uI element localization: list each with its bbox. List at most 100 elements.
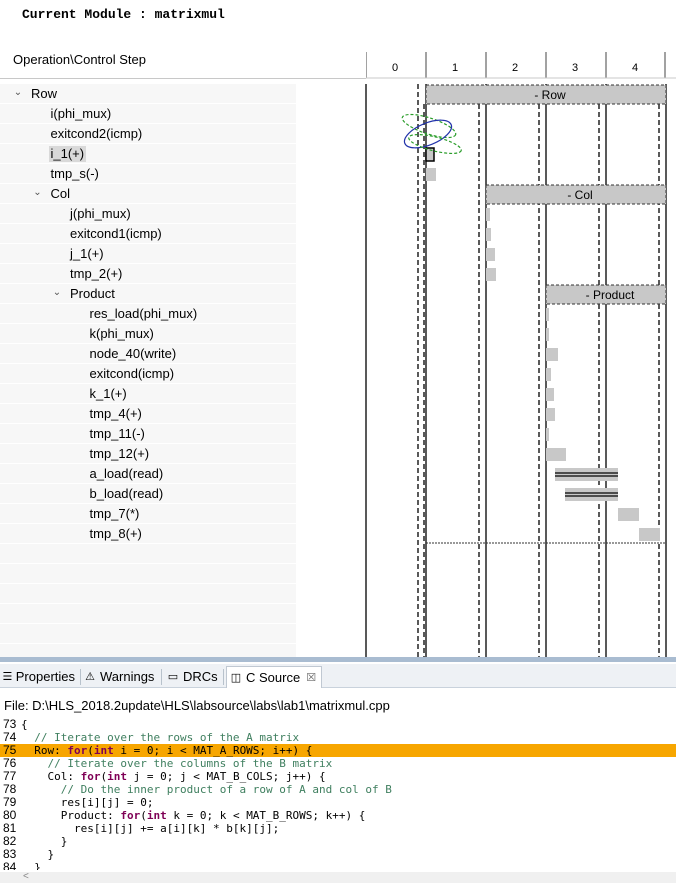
tree-row[interactable]: exitcond(icmp) [0,364,296,384]
tab-label: C Source [246,669,301,685]
loop-label: - Col [567,188,592,202]
operation-bar[interactable] [546,428,549,441]
c-source-icon: ◫ [230,671,242,684]
current-module-title: Current Module : matrixmul [22,7,225,22]
tree-row[interactable]: b_load(read) [0,484,296,504]
expand-chevron-icon[interactable]: ⌄ [51,287,63,299]
control-step-label: 4 [632,62,638,74]
tab-properties[interactable]: ☰ Properties [0,666,79,688]
expand-chevron-icon[interactable]: ⌄ [12,87,24,99]
tree-row[interactable]: k(phi_mux) [0,324,296,344]
code-line[interactable]: 84 } [0,860,676,871]
tree-item-label: node_40(write) [89,346,177,361]
control-step-header: 0 1 2 3 4 [366,50,676,80]
line-number: 84 [3,860,17,871]
tree-item-label: i(phi_mux) [50,106,112,121]
operation-bar[interactable] [546,448,566,461]
code-text: // Do the inner product of a row of A an… [60,783,392,796]
close-tab-icon[interactable]: ☒ [306,668,316,688]
code-line[interactable]: 82 } [0,835,676,849]
tree-row[interactable]: tmp_2(+) [0,264,296,284]
tree-row[interactable]: ⌄ Col [0,184,296,204]
tab-warnings[interactable]: ⚠ Warnings [81,666,160,688]
tree-row[interactable]: j_1(+) [0,244,296,264]
code-line[interactable]: 81 res[i][j] += a[i][k] * b[k][j]; [0,822,676,836]
tree-row[interactable]: exitcond2(icmp) [0,124,296,144]
expand-chevron-icon[interactable]: ⌄ [32,187,44,199]
gantt-svg: - Row - Col - Product [365,84,667,658]
operation-bar[interactable] [546,408,555,421]
operation-bar[interactable] [426,168,436,181]
operation-bar[interactable] [546,388,554,401]
tree-empty-row [0,604,296,624]
code-line[interactable]: 79 res[i][j] = 0; [0,796,676,810]
code-line[interactable]: 74 // Iterate over the rows of the A mat… [0,731,676,745]
tree-item-label: k_1(+) [89,386,127,401]
code-text: Row: for(int i = 0; i < MAT_A_ROWS; i++)… [21,744,313,757]
tree-item-label: exitcond1(icmp) [70,226,162,241]
operation-bar[interactable] [486,268,496,281]
header-divider [0,78,366,79]
operation-bar[interactable] [555,468,618,481]
tree-row[interactable]: i(phi_mux) [0,104,296,124]
c-source-code-view[interactable]: 73{74 // Iterate over the rows of the A … [0,718,676,870]
tab-c-source[interactable]: ◫ C Source ☒ [226,666,322,688]
tree-row[interactable]: j(phi_mux) [0,204,296,224]
tree-row[interactable]: res_load(phi_mux) [0,304,296,324]
tree-item-label: k(phi_mux) [89,326,154,341]
tree-row[interactable]: tmp_7(*) [0,504,296,524]
bottom-tab-bar: ☰ Properties ⚠ Warnings ▭ DRCs ◫ C Source ☒ [0,664,676,688]
scroll-left-arrow-icon[interactable]: < [23,871,29,882]
tree-row[interactable]: i_1(+) [0,144,296,164]
code-line[interactable]: 75 Row: for(int i = 0; i < MAT_A_ROWS; i… [0,744,676,757]
tree-row[interactable]: tmp_12(+) [0,444,296,464]
tree-row[interactable]: tmp_4(+) [0,404,296,424]
code-line[interactable]: 83 } [0,848,676,862]
tree-row[interactable]: node_40(write) [0,344,296,364]
tree-row[interactable]: exitcond1(icmp) [0,224,296,244]
code-line[interactable]: 73{ [0,718,676,731]
code-line[interactable]: 76 // Iterate over the columns of the B … [0,757,676,771]
tree-item-label: j_1(+) [70,246,104,261]
tree-row[interactable]: k_1(+) [0,384,296,404]
tree-item-label: Product [70,286,115,301]
tree-row[interactable]: tmp_8(+) [0,524,296,544]
loop-label: - Product [586,288,635,302]
code-text: res[i][j] += a[i][k] * b[k][j]; [21,822,280,835]
code-line[interactable]: 80 Product: for(int k = 0; k < MAT_B_ROW… [0,809,676,823]
tree-row[interactable]: tmp_s(-) [0,164,296,184]
operation-bar[interactable] [546,368,551,381]
tree-item-label: tmp_8(+) [89,526,142,541]
tree-item-label: Row [31,86,58,101]
tree-row[interactable]: tmp_11(-) [0,424,296,444]
tree-empty-row [0,624,296,644]
operation-bar[interactable] [639,528,660,541]
code-line[interactable]: 77 Col: for(int j = 0; j < MAT_B_COLS; j… [0,770,676,784]
tree-row[interactable]: ⌄ Product [0,284,296,304]
operation-bar[interactable] [618,508,639,521]
tree-item-label: i_1(+) [48,146,87,162]
control-step-label: 2 [512,62,518,74]
operation-bar[interactable] [486,248,495,261]
code-line[interactable]: 78 // Do the inner product of a row of A… [0,783,676,797]
tab-label: Warnings [100,669,155,684]
operation-bar[interactable] [546,308,549,321]
operation-bar[interactable] [486,208,490,221]
tab-drcs[interactable]: ▭ DRCs [164,666,222,688]
operation-bar[interactable] [546,328,549,341]
tree-item-label: tmp_11(-) [89,426,145,441]
tree-row[interactable]: a_load(read) [0,464,296,484]
code-text: } [21,848,55,861]
tab-label: DRCs [183,669,218,684]
operation-bar[interactable] [546,348,558,361]
tree-item-label: exitcond(icmp) [89,366,175,381]
panel-divider[interactable] [0,657,676,662]
operation-bar[interactable] [565,488,618,501]
horizontal-scrollbar[interactable]: < [0,871,676,883]
operation-bar[interactable] [486,228,491,241]
step-header-svg: 0 1 2 3 4 [366,52,676,79]
tree-item-label: tmp_2(+) [70,266,123,281]
tree-item-label: res_load(phi_mux) [89,306,198,321]
tree-row[interactable]: ⌄ Row [0,84,296,104]
drc-icon: ▭ [167,671,179,683]
